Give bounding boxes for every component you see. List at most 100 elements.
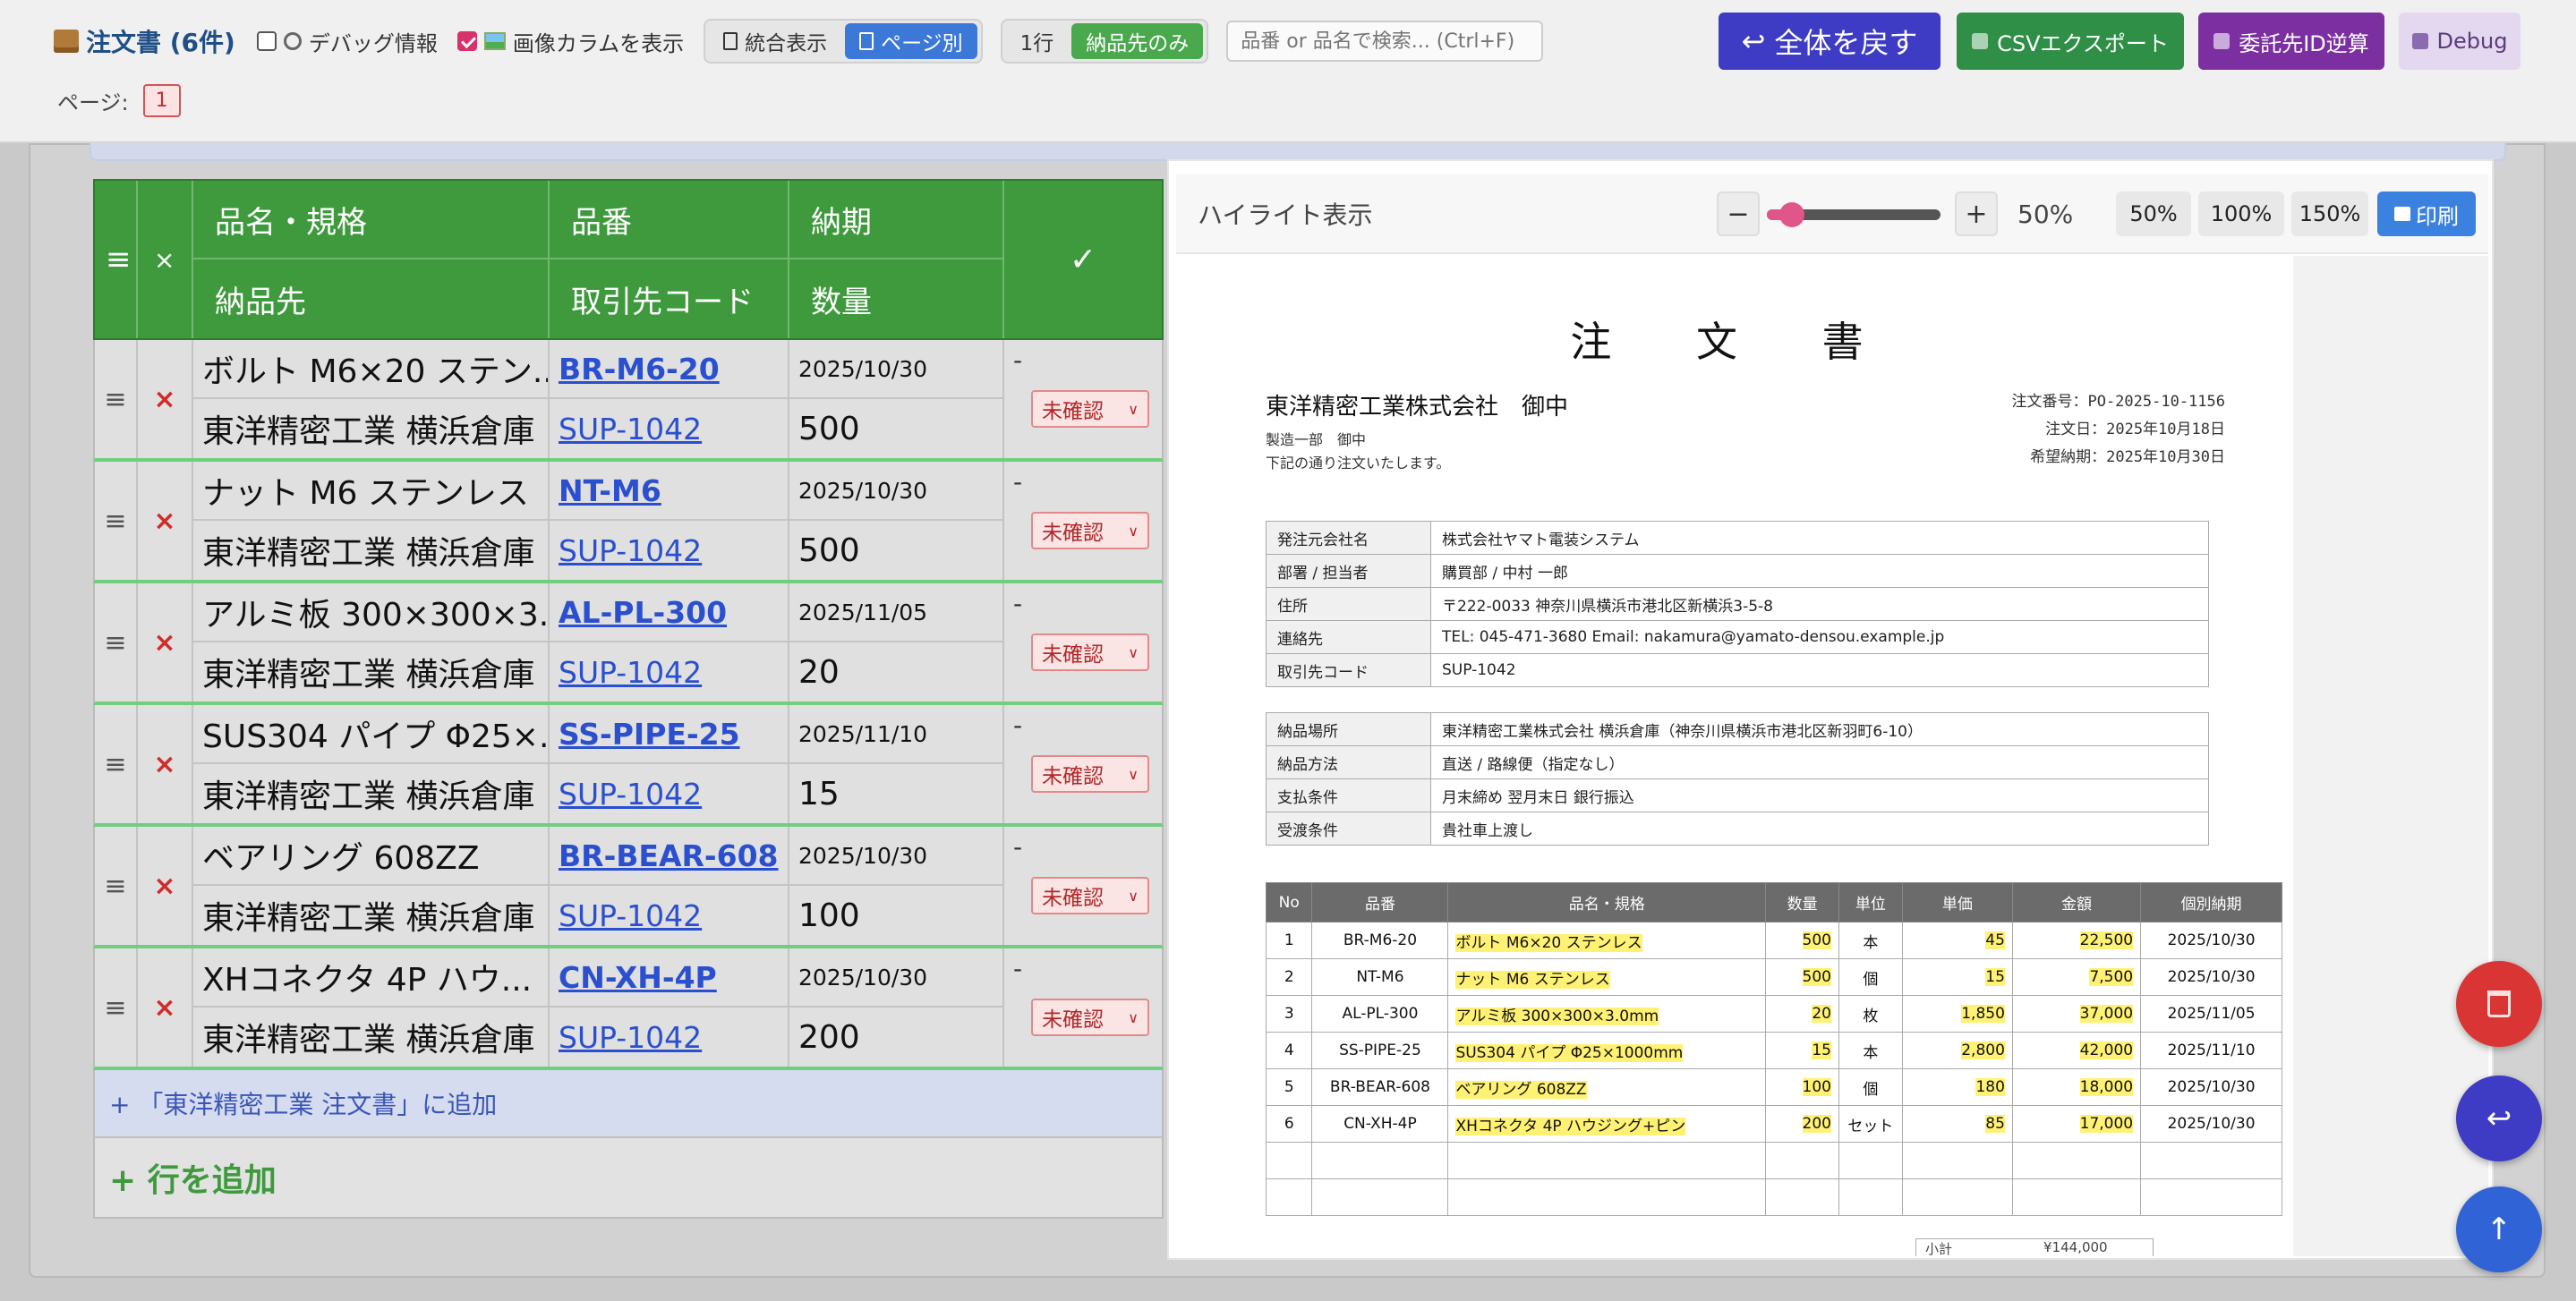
drag-handle[interactable]: ≡ [95, 827, 138, 945]
item-name-cell[interactable]: ベアリング 608ZZ [193, 827, 550, 886]
quantity-cell[interactable]: 500 [789, 399, 1004, 458]
item-no-cell: 4 [1265, 1032, 1313, 1069]
item-name-cell[interactable]: アルミ板 300×300×3.... [193, 583, 550, 642]
items-column-header: 個別納期 [2140, 882, 2282, 923]
part-no-link[interactable]: SS-PIPE-25 [559, 717, 740, 752]
zoom-preset-100[interactable]: 100% [2198, 191, 2284, 236]
part-no-link[interactable]: CN-XH-4P [559, 960, 717, 995]
add-row-button[interactable]: + 行を追加 [93, 1138, 1164, 1219]
debug-button[interactable]: Debug [2399, 13, 2521, 70]
orderer-info-table: 発注元会社名 株式会社ヤマト電装システム 部署 / 担当者 購買部 / 中村 一郎 住所… [1266, 521, 2209, 687]
supplier-code-link[interactable]: SUP-1042 [559, 412, 702, 446]
info-value: 株式会社ヤマト電装システム [1430, 521, 2209, 555]
delivery-dest-cell[interactable]: 東洋精密工業 横浜倉庫 [193, 399, 550, 458]
item-name-cell: ベアリング 608ZZ [1447, 1068, 1767, 1106]
add-to-supplier-link[interactable]: + 「東洋精密工業 注文書」に追加 [93, 1070, 1164, 1138]
part-no-link[interactable]: AL-PL-300 [559, 595, 727, 630]
item-code-cell: NT-M6 [1311, 958, 1449, 996]
undo-fab[interactable]: ↩ [2456, 1076, 2542, 1161]
document-viewport[interactable]: 注 文 書 東洋精密工業株式会社 御中 製造一部 御中 下記の通り注文いたします… [1176, 256, 2488, 1256]
part-no-link[interactable]: BR-M6-20 [559, 352, 720, 387]
image-column-checkbox[interactable] [456, 31, 477, 51]
delivery-dest-cell[interactable]: 東洋精密工業 横浜倉庫 [193, 886, 550, 945]
page-1-button[interactable]: 1 [142, 84, 181, 117]
quantity-cell[interactable]: 100 [789, 886, 1004, 945]
item-price: 85 [1985, 1115, 2005, 1133]
delivery-dest-cell[interactable]: 東洋精密工業 横浜倉庫 [193, 1008, 550, 1067]
zoom-slider[interactable] [1767, 202, 1941, 227]
status-dropdown[interactable]: 未確認 ∨ [1031, 877, 1149, 914]
status-dropdown[interactable]: 未確認 ∨ [1031, 390, 1149, 428]
delivery-only-button[interactable]: 納品先のみ [1071, 23, 1204, 59]
supplier-code-link[interactable]: SUP-1042 [559, 898, 702, 933]
drag-handle[interactable]: ≡ [95, 340, 138, 458]
due-date-cell[interactable]: 2025/11/05 [789, 583, 1004, 642]
quantity-cell[interactable]: 500 [789, 521, 1004, 580]
item-name-cell[interactable]: ボルト M6×20 ステン... [193, 340, 550, 399]
item-amount: 18,000 [2079, 1078, 2134, 1096]
debug-info-checkbox[interactable] [256, 31, 277, 51]
csv-export-button[interactable]: CSVエクスポート [1957, 13, 2184, 70]
delivery-dest-cell[interactable]: 東洋精密工業 横浜倉庫 [193, 642, 550, 702]
zoom-in-button[interactable]: + [1955, 191, 1998, 236]
item-no-cell: 3 [1265, 995, 1313, 1033]
supplier-code-link[interactable]: SUP-1042 [559, 533, 702, 568]
delivery-dest-cell[interactable]: 東洋精密工業 横浜倉庫 [193, 764, 550, 823]
one-row-button[interactable]: 1行 [1006, 23, 1069, 59]
supplier-code-link[interactable]: SUP-1042 [559, 655, 702, 690]
part-no-link[interactable]: NT-M6 [559, 473, 661, 508]
image-column-toggle[interactable]: 画像カラムを表示 [456, 26, 684, 57]
item-qty: 500 [1802, 968, 1831, 986]
supplier-code-link[interactable]: SUP-1042 [559, 1020, 702, 1055]
consignee-id-calc-button[interactable]: 委託先ID逆算 [2198, 13, 2384, 70]
drag-handle[interactable]: ≡ [95, 705, 138, 823]
drag-handle[interactable]: ≡ [95, 948, 138, 1067]
zoom-preset-150[interactable]: 150% [2291, 191, 2368, 236]
delete-row-button[interactable]: × [138, 583, 193, 702]
delete-row-button[interactable]: × [138, 705, 193, 823]
csv-export-label: CSVエクスポート [1997, 30, 2169, 56]
highlight-panel: ハイライト表示 − + 50% 50% 100% 150% 印刷 注 文 書 東… [1167, 159, 2494, 1260]
search-input[interactable] [1226, 21, 1544, 62]
print-button[interactable]: 印刷 [2377, 191, 2476, 236]
zoom-preset-50[interactable]: 50% [2116, 191, 2191, 236]
quantity-cell[interactable]: 200 [789, 1008, 1004, 1067]
page-title: 注文書 (6件) [54, 23, 235, 59]
drag-handle[interactable]: ≡ [95, 462, 138, 580]
view-combined-button[interactable]: 統合表示 [709, 23, 841, 59]
due-date-cell[interactable]: 2025/10/30 [789, 462, 1004, 521]
due-date-cell[interactable]: 2025/10/30 [789, 948, 1004, 1008]
part-no-link[interactable]: BR-BEAR-608 [559, 838, 779, 873]
status-dropdown[interactable]: 未確認 ∨ [1031, 512, 1149, 549]
delete-fab[interactable] [2456, 961, 2542, 1047]
delete-row-button[interactable]: × [138, 462, 193, 580]
due-date-cell[interactable]: 2025/10/30 [789, 827, 1004, 886]
quantity-cell[interactable]: 20 [789, 642, 1004, 702]
supplier-code-link[interactable]: SUP-1042 [559, 777, 702, 812]
view-by-page-button[interactable]: ページ別 [845, 23, 977, 59]
zoom-slider-handle[interactable] [1778, 202, 1804, 227]
delete-row-button[interactable]: × [138, 340, 193, 458]
revert-all-button[interactable]: ↩ 全体を戻す [1719, 13, 1941, 70]
zoom-out-button[interactable]: − [1717, 191, 1760, 236]
status-dropdown[interactable]: 未確認 ∨ [1031, 633, 1149, 671]
scroll-top-fab[interactable]: ↑ [2456, 1186, 2542, 1272]
drag-handle[interactable]: ≡ [95, 583, 138, 702]
empty-cell [1265, 1178, 1313, 1216]
item-name-cell[interactable]: ナット M6 ステンレス [193, 462, 550, 521]
status-dropdown[interactable]: 未確認 ∨ [1031, 999, 1149, 1036]
delete-row-button[interactable]: × [138, 948, 193, 1067]
due-date-cell[interactable]: 2025/10/30 [789, 340, 1004, 399]
highlight-panel-title: ハイライト表示 [1198, 200, 1373, 230]
part-no-cell: BR-M6-20 [550, 340, 789, 399]
debug-info-toggle[interactable]: デバッグ情報 [256, 26, 438, 57]
item-name-cell[interactable]: SUS304 パイプ Φ25×... [193, 705, 550, 764]
quantity-cell[interactable]: 15 [789, 764, 1004, 823]
order-meta: 注文番号：PO-2025-10-1156 注文日：2025年10月18日 希望納… [2011, 388, 2225, 472]
quantity-header: 数量 [789, 259, 1004, 338]
item-name-cell[interactable]: XHコネクタ 4P ハウ... [193, 948, 550, 1008]
delivery-dest-cell[interactable]: 東洋精密工業 横浜倉庫 [193, 521, 550, 580]
due-date-cell[interactable]: 2025/11/10 [789, 705, 1004, 764]
delete-row-button[interactable]: × [138, 827, 193, 945]
status-dropdown[interactable]: 未確認 ∨ [1031, 755, 1149, 793]
